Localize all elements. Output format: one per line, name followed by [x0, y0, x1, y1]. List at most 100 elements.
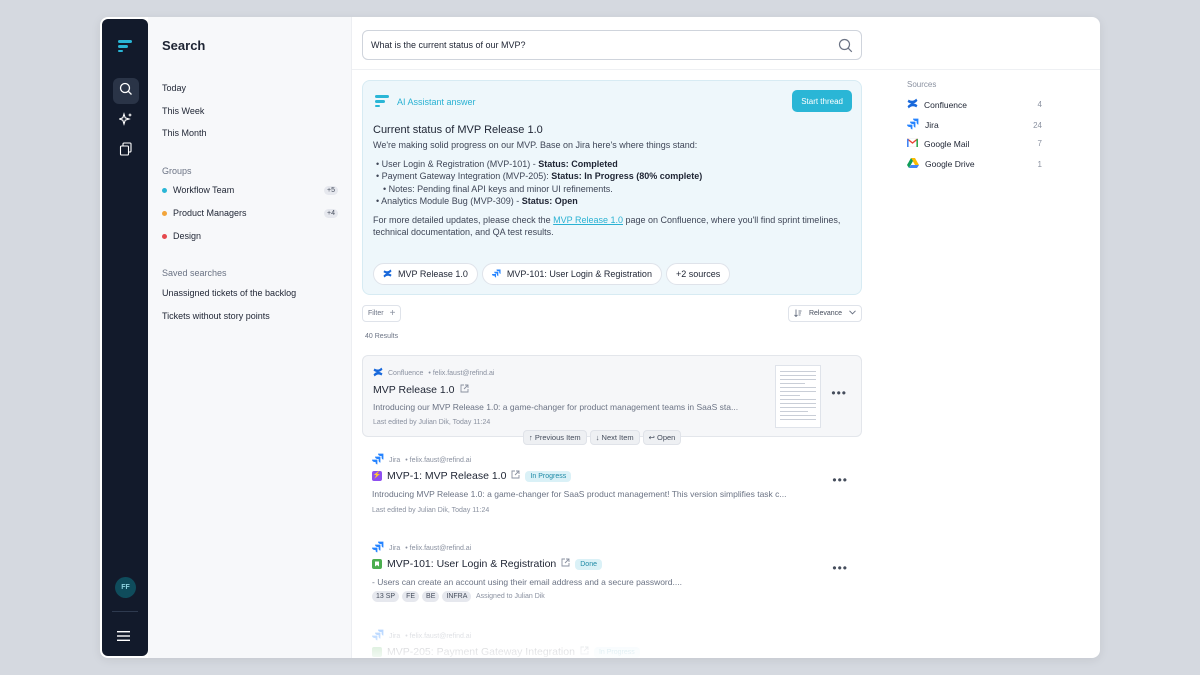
filter-today[interactable]: Today	[162, 83, 186, 93]
ai-answer-card: AI Assistant answer Start thread Current…	[362, 80, 862, 295]
next-item-button[interactable]: ↓ Next Item	[589, 430, 640, 445]
status-badge: In Progress	[593, 646, 640, 658]
result-item[interactable]: Jira • felix.faust@refind.ai MVP-205: Pay…	[362, 623, 862, 658]
assignee-text: Assigned to Julian Dik	[475, 593, 545, 600]
group-member-count: +4	[324, 208, 338, 218]
sparkle-icon	[117, 111, 133, 131]
sources-label: Sources	[907, 80, 937, 89]
tag: 13 SP	[372, 591, 400, 602]
more-options-button[interactable]: •••	[832, 561, 848, 575]
gmail-icon	[906, 137, 919, 149]
saved-search-item[interactable]: Unassigned tickets of the backlog	[162, 288, 296, 298]
result-meta: Jira • felix.faust@refind.ai	[372, 629, 471, 643]
ai-intro: We're making solid progress on our MVP. …	[373, 140, 698, 150]
external-link-icon[interactable]	[580, 646, 589, 658]
chevron-down-icon	[849, 310, 856, 317]
group-member-count: +5	[324, 185, 338, 195]
external-link-icon[interactable]	[511, 470, 520, 482]
filter-this-month[interactable]: This Month	[162, 128, 207, 138]
source-filter-google-drive[interactable]: Google Drive 1	[907, 158, 1042, 170]
result-title: ⚡ MVP-1: MVP Release 1.0 In Progress	[372, 470, 572, 482]
saved-search-item[interactable]: Tickets without story points	[162, 311, 270, 321]
ai-answer-label: AI Assistant answer	[397, 97, 476, 107]
mvp-release-link[interactable]: MVP Release 1.0	[553, 215, 623, 225]
ai-status-note: • Notes: Pending final API keys and mino…	[383, 183, 613, 194]
source-chips: MVP Release 1.0 MVP-101: User Login & Re…	[373, 263, 731, 285]
source-filter-confluence[interactable]: Confluence 4	[907, 98, 1042, 111]
result-title: MVP Release 1.0	[373, 384, 469, 396]
filter-this-week[interactable]: This Week	[162, 106, 204, 116]
menu-icon[interactable]	[117, 628, 130, 646]
group-product-managers[interactable]: Product Managers +4	[162, 208, 338, 218]
external-link-icon[interactable]	[460, 384, 469, 396]
result-meta: Jira • felix.faust@refind.ai	[372, 453, 471, 467]
app-logo-icon	[118, 39, 132, 57]
result-item[interactable]: Jira • felix.faust@refind.ai ⚡ MVP-1: MVP…	[362, 447, 862, 527]
documents-nav-button[interactable]	[113, 138, 139, 164]
google-drive-icon	[907, 158, 919, 170]
previous-item-button[interactable]: ↑ Previous Item	[523, 430, 587, 445]
header-divider	[352, 69, 1100, 70]
group-color-dot	[162, 210, 167, 216]
result-item[interactable]: Confluence • felix.faust@refind.ai MVP Re…	[362, 355, 862, 445]
more-options-button[interactable]: •••	[832, 473, 848, 487]
source-chip[interactable]: MVP-101: User Login & Registration	[481, 263, 662, 285]
source-chip[interactable]: MVP Release 1.0	[373, 263, 478, 285]
confluence-icon	[907, 98, 918, 111]
group-workflow-team[interactable]: Workflow Team +5	[162, 185, 338, 195]
result-description: - Users can create an account using thei…	[372, 577, 682, 587]
search-nav-button[interactable]	[113, 78, 139, 104]
tag: BE	[422, 591, 440, 602]
epic-icon: ⚡	[372, 471, 382, 481]
keyboard-hints: ↑ Previous Item ↓ Next Item ↩ Open	[523, 430, 682, 445]
group-design[interactable]: Design	[162, 231, 338, 241]
ai-logo-icon	[375, 95, 389, 109]
status-badge: Done	[575, 558, 602, 570]
icon-rail: FF	[102, 19, 148, 656]
story-icon	[372, 647, 382, 657]
result-description: Introducing our MVP Release 1.0: a game-…	[373, 402, 739, 412]
source-filter-jira[interactable]: Jira 24	[907, 118, 1042, 132]
result-item[interactable]: Jira • felix.faust@refind.ai MVP-101: Use…	[362, 535, 862, 615]
confluence-icon	[373, 367, 383, 379]
saved-searches-label: Saved searches	[162, 268, 227, 278]
source-count: 4	[1037, 100, 1042, 109]
status-badge: In Progress	[525, 470, 572, 482]
tag: INFRA	[442, 591, 472, 602]
user-avatar[interactable]: FF	[115, 577, 136, 598]
story-icon	[372, 559, 382, 569]
panel-title: Search	[162, 38, 206, 53]
jira-icon	[372, 453, 384, 467]
ai-status-item: • Payment Gateway Integration (MVP-205):…	[376, 171, 703, 181]
more-sources-chip[interactable]: +2 sources	[665, 263, 731, 285]
open-button[interactable]: ↩ Open	[642, 430, 682, 445]
search-side-panel: Search Today This Week This Month Groups…	[148, 17, 352, 658]
ai-status-item: • Analytics Module Bug (MVP-309) - Statu…	[376, 196, 578, 206]
group-name: Design	[173, 231, 202, 241]
rail-divider	[112, 611, 138, 612]
ai-nav-button[interactable]	[113, 108, 139, 134]
source-count: 1	[1037, 159, 1042, 169]
search-input[interactable]	[371, 31, 831, 59]
group-name: Workflow Team	[173, 185, 235, 195]
result-footer: Last edited by Julian Dik, Today 11:24	[373, 419, 491, 426]
jira-icon	[491, 268, 501, 280]
result-description: Introducing MVP Release 1.0: a game-chan…	[372, 489, 787, 499]
start-thread-button[interactable]: Start thread	[792, 90, 852, 112]
sort-label: Relevance	[808, 310, 843, 317]
jira-icon	[907, 118, 919, 132]
ai-outro-line2: technical documentation, and QA test res…	[373, 227, 554, 237]
group-color-dot	[162, 233, 167, 239]
plus-icon: +	[389, 308, 396, 319]
external-link-icon[interactable]	[561, 558, 570, 570]
filter-button[interactable]: Filter +	[362, 305, 402, 322]
ai-answer-header: AI Assistant answer	[375, 95, 476, 109]
ai-answer-title: Current status of MVP Release 1.0	[373, 124, 543, 136]
sort-dropdown[interactable]: Relevance	[788, 305, 862, 322]
search-bar	[362, 30, 862, 60]
more-options-button[interactable]: •••	[831, 386, 847, 400]
confluence-icon	[383, 269, 392, 280]
search-icon[interactable]	[838, 38, 853, 58]
result-meta: Jira • felix.faust@refind.ai	[372, 541, 471, 555]
source-filter-google-mail[interactable]: Google Mail 7	[906, 137, 1042, 149]
